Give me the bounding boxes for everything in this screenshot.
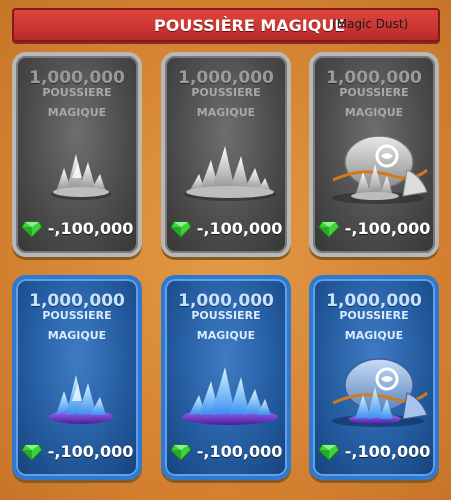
silver-dust-bag-icon bbox=[332, 135, 428, 204]
dust-offer-card-1[interactable]: 1,000,000 POUSSIERE MAGIQUE -,100,000 bbox=[12, 52, 142, 257]
card-amount: 1,000,000 bbox=[178, 291, 274, 311]
gem-icon bbox=[170, 444, 192, 461]
dust-offer-card-2[interactable]: 1,000,000 POUSSIERE MAGIQUE -,100,000 bbox=[161, 52, 291, 257]
gem-icon bbox=[21, 444, 43, 461]
card-price-value: -,100,000 bbox=[344, 219, 431, 238]
card-price-value: -,100,000 bbox=[196, 442, 283, 461]
card-price[interactable]: -,100,000 bbox=[165, 218, 287, 238]
title-banner: POUSSIÈRE MAGIQUE (Magic Dust) bbox=[12, 8, 440, 42]
gem-icon bbox=[318, 221, 340, 238]
card-label-poussiere: POUSSIERE bbox=[339, 86, 409, 99]
silver-dust-pile-icon bbox=[184, 146, 276, 201]
card-label-poussiere: POUSSIERE bbox=[339, 309, 409, 322]
blue-dust-bag-icon bbox=[332, 358, 428, 427]
card-price-value: -,100,000 bbox=[47, 219, 134, 238]
gem-icon bbox=[318, 444, 340, 461]
card-price[interactable]: -,100,000 bbox=[16, 218, 138, 238]
card-price[interactable]: -,100,000 bbox=[313, 218, 435, 238]
card-amount: 1,000,000 bbox=[29, 68, 125, 88]
card-label-magique: MAGIQUE bbox=[196, 329, 256, 342]
card-label-poussiere: POUSSIERE bbox=[42, 86, 112, 99]
blue-dust-small-icon bbox=[49, 375, 113, 424]
card-amount: 1,000,000 bbox=[29, 291, 125, 311]
card-price[interactable]: -,100,000 bbox=[165, 441, 287, 461]
card-label-poussiere: POUSSIERE bbox=[191, 309, 261, 322]
card-label-magique: MAGIQUE bbox=[344, 329, 404, 342]
card-label-magique: MAGIQUE bbox=[47, 106, 107, 119]
dust-offer-card-3[interactable]: 1,000,000 POUSSIERE MAGIQUE -,100,000 bbox=[309, 52, 439, 257]
card-amount: 1,000,000 bbox=[326, 68, 422, 88]
card-price[interactable]: -,100,000 bbox=[16, 441, 138, 461]
dust-offer-card-5[interactable]: 1,000,000 POUSSIERE MAGIQUE -,100,000 bbox=[161, 275, 291, 480]
card-label-poussiere: POUSSIERE bbox=[42, 309, 112, 322]
card-label-magique: MAGIQUE bbox=[344, 106, 404, 119]
dust-offer-card-6[interactable]: 1,000,000 POUSSIERE MAGIQUE -,100,000 bbox=[309, 275, 439, 480]
card-price[interactable]: -,100,000 bbox=[313, 441, 435, 461]
card-price-value: -,100,000 bbox=[196, 219, 283, 238]
gem-icon bbox=[170, 221, 192, 238]
card-label-magique: MAGIQUE bbox=[47, 329, 107, 342]
card-label-magique: MAGIQUE bbox=[196, 106, 256, 119]
card-amount: 1,000,000 bbox=[178, 68, 274, 88]
card-amount: 1,000,000 bbox=[326, 291, 422, 311]
card-price-value: -,100,000 bbox=[344, 442, 431, 461]
banner-title: POUSSIÈRE MAGIQUE bbox=[154, 16, 346, 35]
silver-dust-small-icon bbox=[51, 154, 111, 200]
dust-offer-card-4[interactable]: 1,000,000 POUSSIERE MAGIQUE -,100,000 bbox=[12, 275, 142, 480]
blue-dust-pile-icon bbox=[182, 367, 278, 425]
card-price-value: -,100,000 bbox=[47, 442, 134, 461]
gem-icon bbox=[21, 221, 43, 238]
banner-subtitle: (Magic Dust) bbox=[332, 17, 409, 31]
card-label-poussiere: POUSSIERE bbox=[191, 86, 261, 99]
